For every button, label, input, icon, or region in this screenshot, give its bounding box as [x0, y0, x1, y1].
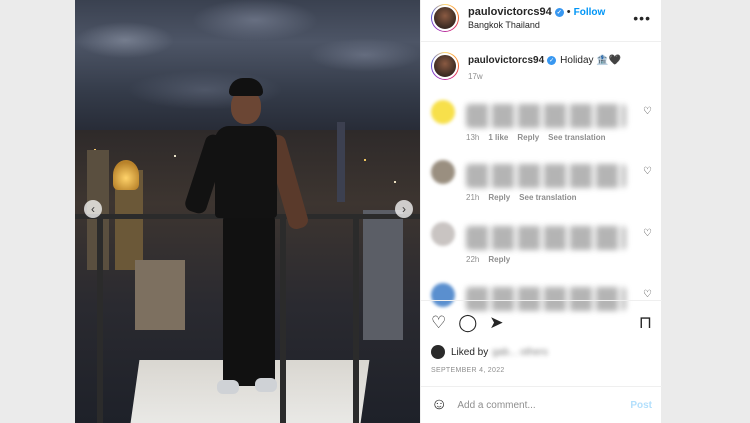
verified-badge-icon: ✓ [554, 7, 564, 17]
building [363, 210, 403, 340]
person-legs [223, 216, 275, 386]
share-send-icon[interactable]: ➤ [489, 313, 503, 333]
comment-meta-item[interactable]: See translation [519, 193, 576, 202]
comment-text-blurred [466, 226, 626, 250]
caption-line: paulovictorcs94 ✓ Holiday 🏦🖤 [468, 55, 621, 66]
golden-dome [113, 160, 139, 190]
comment-avatar[interactable] [431, 160, 455, 184]
person [183, 78, 343, 418]
comment-meta-item[interactable]: Reply [488, 193, 510, 202]
verified-badge-icon: ✓ [547, 56, 557, 65]
post-photo[interactable]: ‹ › [75, 0, 420, 423]
comment-meta: 21h Reply See translation [466, 193, 577, 202]
bookmark-icon[interactable]: ⊓ [639, 313, 652, 333]
railing-post [97, 214, 103, 423]
comment-meta-item[interactable]: Reply [488, 255, 510, 264]
comment-meta-item[interactable]: 1 like [488, 133, 508, 142]
caption-body: paulovictorcs94 ✓ Holiday 🏦🖤 17w [468, 55, 621, 86]
post-comment-button[interactable]: Post [630, 400, 652, 411]
username-line: paulovictorcs94 ✓ • Follow [468, 6, 633, 18]
comment-meta-item[interactable]: See translation [548, 133, 605, 142]
emoji-icon[interactable]: ☺ [431, 396, 447, 414]
comment-like-heart-icon[interactable]: ♡ [643, 289, 652, 300]
person-torso [215, 126, 277, 218]
avatar[interactable] [431, 52, 459, 80]
more-options-icon[interactable]: ••• [633, 10, 651, 26]
comment-like-heart-icon[interactable]: ♡ [643, 106, 652, 117]
caption-username[interactable]: paulovictorcs94 [468, 55, 544, 66]
comment-text-blurred [466, 164, 626, 188]
railing-post [353, 214, 359, 423]
username[interactable]: paulovictorcs94 [468, 6, 552, 18]
comment-meta: 13h 1 like Reply See translation [466, 133, 606, 142]
comment-item: 22h Reply ♡ [431, 222, 652, 277]
post-header-text: paulovictorcs94 ✓ • Follow Bangkok Thail… [468, 6, 633, 30]
comment-input[interactable]: Add a comment... [457, 400, 630, 411]
comment-item: 13h 1 like Reply See translation ♡ [431, 100, 652, 155]
location-link[interactable]: Bangkok Thailand [468, 20, 633, 30]
comment-avatar[interactable] [431, 100, 455, 124]
previous-arrow-icon[interactable]: ‹ [84, 200, 102, 218]
comment-bubble-icon[interactable]: ◯ [458, 313, 477, 333]
caption-text: Holiday 🏦🖤 [560, 55, 622, 66]
caption: paulovictorcs94 ✓ Holiday 🏦🖤 17w [421, 42, 661, 86]
post-side-panel: paulovictorcs94 ✓ • Follow Bangkok Thail… [420, 0, 662, 423]
separator-dot: • [566, 6, 571, 18]
avatar[interactable] [431, 4, 459, 32]
comment-meta: 22h Reply [466, 255, 510, 264]
liked-by: Liked by gab... others [431, 345, 652, 359]
follow-button[interactable]: Follow [574, 7, 606, 18]
comment-meta-item: 13h [466, 133, 480, 142]
caption-age: 17w [468, 72, 483, 81]
comment-like-heart-icon[interactable]: ♡ [643, 166, 652, 177]
comment-avatar[interactable] [431, 222, 455, 246]
comment-meta-item: 21h [466, 193, 480, 202]
liked-by-users[interactable]: gab... others [492, 347, 548, 358]
post-header: paulovictorcs94 ✓ • Follow Bangkok Thail… [421, 0, 661, 42]
action-bar: ♡ ◯ ➤ ⊓ Liked by gab... others SEPTEMBER… [421, 300, 662, 374]
action-icons: ♡ ◯ ➤ ⊓ [431, 311, 652, 335]
next-arrow-icon[interactable]: › [395, 200, 413, 218]
like-heart-icon[interactable]: ♡ [431, 313, 446, 333]
comment-like-heart-icon[interactable]: ♡ [643, 228, 652, 239]
liker-avatar[interactable] [431, 345, 445, 359]
comment-composer: ☺ Add a comment... Post [421, 386, 662, 423]
comment-text-blurred [466, 104, 626, 128]
post-date: SEPTEMBER 4, 2022 [431, 367, 505, 374]
person-cap [229, 78, 263, 96]
person-shoe [255, 378, 277, 392]
instagram-post: ‹ › paulovictorcs94 ✓ • Follow Bangkok T… [75, 0, 662, 423]
comment-meta-item: 22h [466, 255, 480, 264]
comment-item: 21h Reply See translation ♡ [431, 160, 652, 215]
liked-by-prefix: Liked by [451, 346, 489, 358]
comment-meta-item[interactable]: Reply [517, 133, 539, 142]
person-shoe [217, 380, 239, 394]
building [135, 260, 185, 330]
